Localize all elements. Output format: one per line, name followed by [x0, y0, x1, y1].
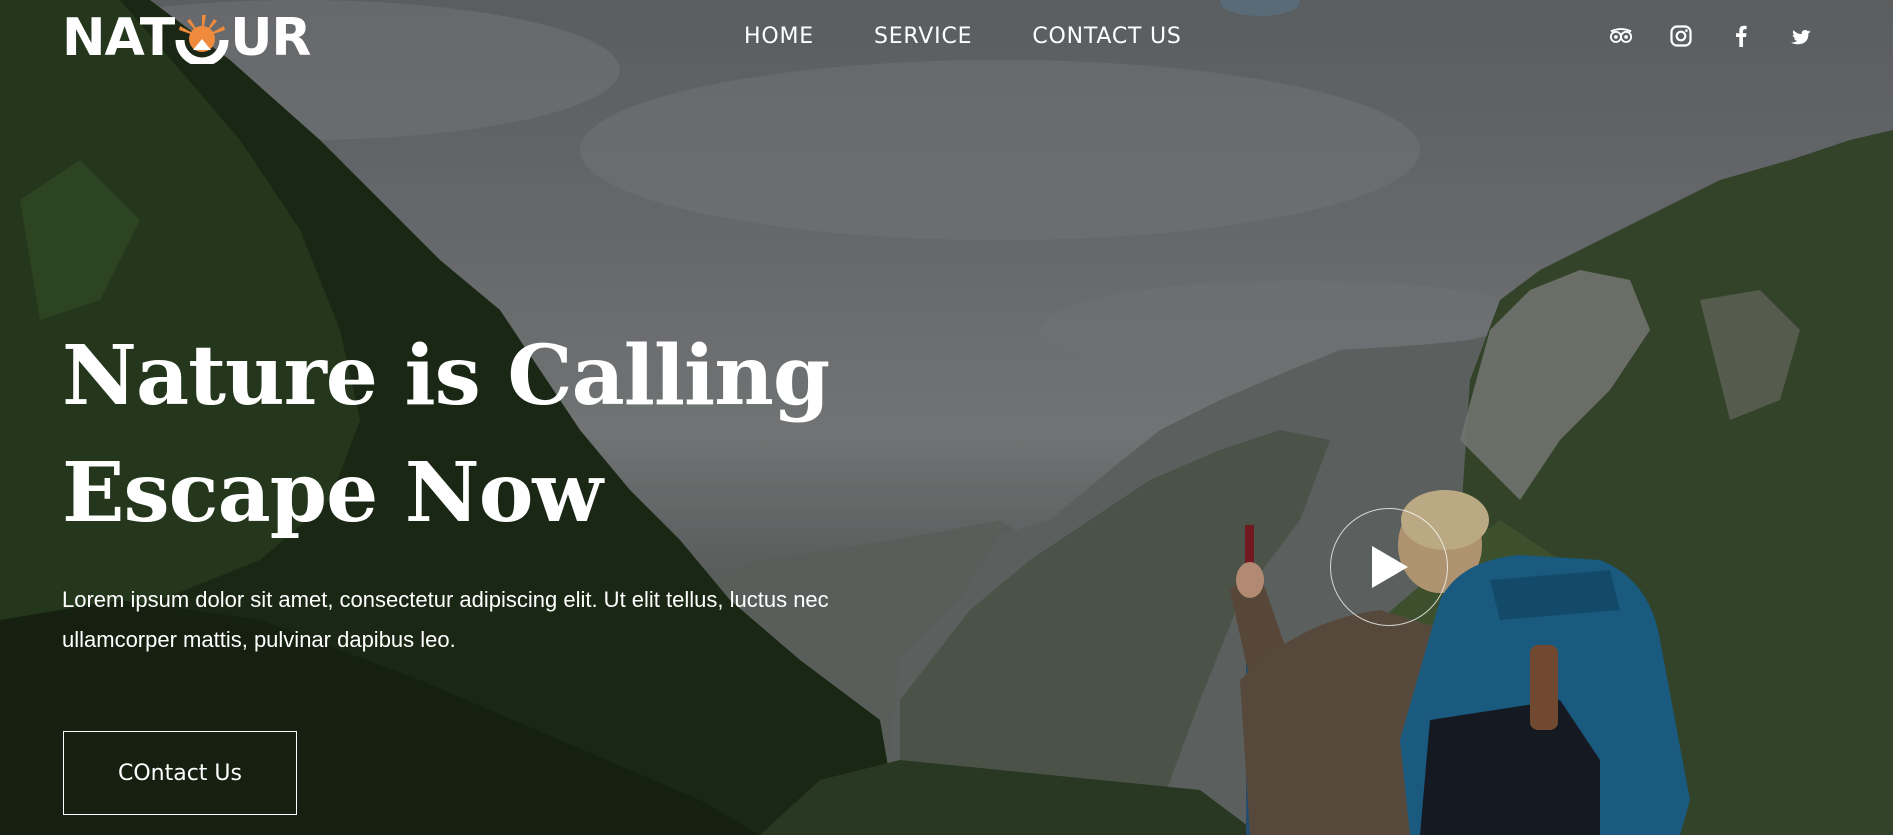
hero-title-line-1: Nature is Calling — [62, 328, 830, 424]
nav-item-service[interactable]: SERVICE — [874, 24, 972, 49]
logo-sun-icon — [175, 12, 229, 64]
video-play-button[interactable] — [1330, 508, 1448, 626]
instagram-icon[interactable] — [1669, 24, 1693, 48]
hero-description: Lorem ipsum dolor sit amet, consectetur … — [62, 587, 829, 652]
social-links — [1609, 24, 1813, 48]
logo-text-right: UR — [230, 8, 311, 68]
play-icon — [1372, 546, 1408, 588]
hero-title-line-2: Escape Now — [62, 445, 603, 541]
hero-title: Nature is Calling Escape Now — [62, 318, 830, 552]
brand-logo[interactable]: NAT UR — [62, 8, 311, 68]
contact-us-button[interactable]: COntact Us — [63, 731, 297, 815]
main-navigation: HOME SERVICE CONTACT US — [744, 24, 1182, 49]
twitter-icon[interactable] — [1789, 24, 1813, 48]
nav-item-home[interactable]: HOME — [744, 24, 814, 49]
nav-item-contact-us[interactable]: CONTACT US — [1032, 24, 1181, 49]
facebook-icon[interactable] — [1729, 24, 1753, 48]
logo-text-left: NAT — [62, 8, 175, 68]
tripadvisor-icon[interactable] — [1609, 24, 1633, 48]
